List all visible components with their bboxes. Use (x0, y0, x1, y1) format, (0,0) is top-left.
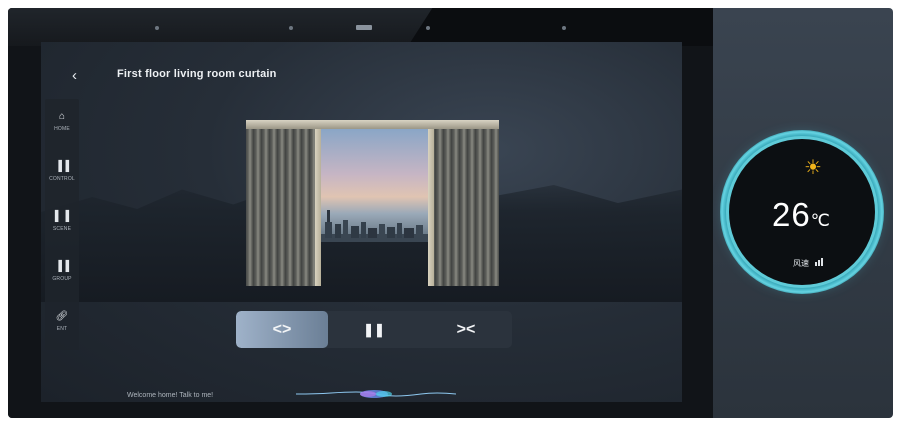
curtain-controls: <> ❚❚ >< (236, 311, 512, 348)
entertainment-icon: 🔗︎ (55, 311, 69, 322)
sidebar-item-control[interactable]: ▐▐ CONTROL (45, 161, 79, 182)
sensor-dot (562, 26, 566, 30)
sidebar-item-label: HOME (54, 126, 70, 132)
sidebar-item-label: SCENE (52, 226, 72, 232)
fan-speed-label: 风速 (793, 259, 809, 268)
fan-speed: 风速 (793, 258, 824, 269)
window-view (321, 129, 428, 242)
sun-icon: ☀ (804, 157, 822, 179)
sidebar-item-label: CONTROL (49, 176, 75, 182)
sidebar-item-scene[interactable]: ▌▐ SCENE (45, 211, 79, 232)
scene-icon: ▌▐ (54, 211, 70, 222)
sidebar: ⌂ HOME ▐▐ CONTROL ▌▐ SCENE ▐▐ GROUP 🔗︎ E… (45, 99, 79, 350)
chevron-left-icon: ‹ (72, 67, 77, 84)
close-curtain-button[interactable]: >< (420, 311, 512, 348)
sidebar-item-home[interactable]: ⌂ HOME (45, 111, 79, 132)
close-icon: >< (456, 320, 476, 338)
right-curtain (428, 129, 499, 286)
temperature-readout: 26℃ (772, 196, 830, 234)
screen: ‹ First floor living room curtain ⌂ HOME… (41, 42, 682, 402)
signal-bars-icon (815, 258, 824, 268)
temperature-unit: ℃ (810, 211, 830, 230)
sensor-bar (356, 25, 372, 30)
left-curtain (246, 129, 321, 286)
open-icon: <> (272, 320, 292, 338)
touch-screen-bezel: ‹ First floor living room curtain ⌂ HOME… (8, 8, 713, 418)
sidebar-item-group[interactable]: ▐▐ GROUP (45, 261, 79, 282)
left-curtain-edge (315, 129, 321, 286)
right-curtain-edge (428, 129, 434, 286)
page-title: First floor living room curtain (117, 68, 277, 80)
sidebar-item-ent[interactable]: 🔗︎ ENT (45, 311, 79, 332)
open-curtain-button[interactable]: <> (236, 311, 328, 348)
pause-curtain-button[interactable]: ❚❚ (328, 311, 420, 348)
sensor-dot (426, 26, 430, 30)
sidebar-item-label: ENT (56, 326, 68, 332)
sensor-dot (289, 26, 293, 30)
sidebar-item-label: GROUP (52, 276, 72, 282)
back-button[interactable]: ‹ (72, 67, 77, 84)
control-icon: ▐▐ (54, 161, 70, 172)
group-icon: ▐▐ (54, 261, 70, 272)
pause-icon: ❚❚ (363, 321, 385, 337)
sensor-dot (155, 26, 159, 30)
curtain-rod (246, 120, 499, 129)
city-skyline (321, 210, 428, 242)
voice-wave-icon[interactable] (296, 388, 456, 400)
voice-welcome-text: Welcome home! Talk to me! (127, 392, 214, 399)
bezel-notch (408, 8, 713, 46)
home-icon: ⌂ (58, 111, 66, 122)
curtain-illustration (246, 120, 499, 286)
temperature-value: 26 (772, 196, 811, 233)
